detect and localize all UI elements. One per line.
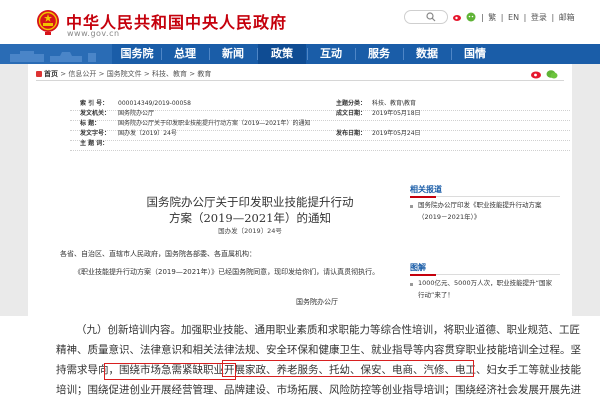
nav-item-data[interactable]: 数据 xyxy=(404,44,450,64)
traditional-chinese-link[interactable]: 繁 xyxy=(488,13,496,22)
wechat-icon[interactable] xyxy=(466,12,476,22)
lang-sep: | xyxy=(523,13,527,22)
document-title-line: 国务院办公厅关于印发职业技能提升行动 xyxy=(146,195,354,209)
nav-item-news[interactable]: 新闻 xyxy=(210,44,256,64)
breadcrumb-item[interactable]: 科技、教育 xyxy=(152,70,187,78)
breadcrumb-item[interactable]: 国务院文件 xyxy=(107,70,142,78)
home-icon xyxy=(36,71,42,77)
breadcrumb-home[interactable]: 首页 xyxy=(44,70,58,78)
document-title-line: 方案（2019—2021年）的通知 xyxy=(168,211,332,225)
related-news-underline xyxy=(410,196,560,198)
tiananmen-skyline-icon xyxy=(0,44,112,64)
signature: 国务院办公厅 xyxy=(296,298,338,306)
nav-item-national-conditions[interactable]: 国情 xyxy=(452,44,498,64)
site-header: 中华人民共和国中央人民政府 www.gov.cn | 繁 | EN | 登录 |… xyxy=(0,0,600,44)
breadcrumb-sep: > xyxy=(60,70,67,78)
search-icon[interactable] xyxy=(426,12,436,22)
nav-item-policy[interactable]: 政策 xyxy=(258,44,306,64)
related-news-link[interactable]: 国务院办公厅印发《职业技能提升行动方案（2019－2021年）》 xyxy=(418,199,558,223)
nav-item-state-council[interactable]: 国务院 xyxy=(114,44,160,64)
national-emblem-icon[interactable] xyxy=(36,9,60,35)
login-link[interactable]: 登录 xyxy=(531,13,547,22)
document-number: 国办发〔2019〕24号 xyxy=(218,227,282,235)
breadcrumb: 首页 > 信息公开 > 国务院文件 > 科技、教育 > 教育 xyxy=(36,69,211,79)
graphic-link[interactable]: 1000亿元、5000万人次，职业技能提升“国家行动”来了！ xyxy=(418,277,558,301)
site-url: www.gov.cn xyxy=(67,29,120,38)
excerpt-line: （九）创新培训内容。加强职业技能、通用职业素质和求职能力等综合性培训，将职业道德… xyxy=(76,324,580,336)
nav-item-interaction[interactable]: 互动 xyxy=(308,44,354,64)
excerpt-line: 培训；围绕促进创业开展经营管理、品牌建设、市场拓展、风险防控等创业指导培训；围绕… xyxy=(56,384,581,396)
meta-row: 主 题 词： xyxy=(70,137,570,151)
highlight-box-market-demand xyxy=(104,363,236,380)
breadcrumb-item[interactable]: 信息公开 xyxy=(68,70,96,78)
lang-sep: | xyxy=(551,13,555,22)
english-link[interactable]: EN xyxy=(508,13,519,22)
breadcrumb-divider xyxy=(36,80,564,81)
document-meta-table: 索 引 号： 000014349/2019-00058 主题分类： 科技、教育\… xyxy=(70,83,590,161)
share-wechat-icon[interactable] xyxy=(546,69,558,79)
lang-sep: | xyxy=(481,13,484,22)
excerpt-line: 精神、质量意识、法律意识和相关法律法规、安全环保和健康卫生、就业指导等内容贯穿职… xyxy=(56,344,581,356)
list-bullet xyxy=(410,283,413,286)
salutation: 各省、自治区、直辖市人民政府，国务院各部委、各直属机构： xyxy=(60,250,256,258)
mailbox-link[interactable]: 邮箱 xyxy=(559,13,575,22)
highlight-box-training-fields xyxy=(222,360,474,377)
breadcrumb-sep: > xyxy=(143,70,150,78)
graphic-heading: 图解 xyxy=(410,263,426,272)
breadcrumb-sep: > xyxy=(98,70,105,78)
related-news-heading: 相关报道 xyxy=(410,185,442,194)
meta-row-divider xyxy=(70,150,570,151)
heading-accent xyxy=(410,274,436,276)
list-bullet xyxy=(410,205,413,208)
lang-sep: | xyxy=(500,13,504,22)
meta-label: 主 题 词： xyxy=(80,140,109,147)
body-paragraph: 《职业技能提升行动方案（2019—2021年）》已经国务院同意，现印发给你们，请… xyxy=(74,268,380,276)
main-nav: 国务院 总理 新闻 政策 互动 服务 数据 国情 xyxy=(0,44,600,64)
heading-accent xyxy=(410,196,436,198)
breadcrumb-sep: > xyxy=(189,70,196,78)
document-title: 国务院办公厅关于印发职业技能提升行动 方案（2019—2021年）的通知 xyxy=(90,194,410,226)
language-links: | 繁 | EN | 登录 | 邮箱 xyxy=(480,12,576,23)
nav-item-services[interactable]: 服务 xyxy=(356,44,402,64)
weibo-icon[interactable] xyxy=(452,12,462,22)
zoomed-excerpt: （九）创新培训内容。加强职业技能、通用职业素质和求职能力等综合性培训，将职业道德… xyxy=(0,316,600,400)
breadcrumb-item[interactable]: 教育 xyxy=(197,70,211,78)
share-weibo-icon[interactable] xyxy=(530,69,542,79)
graphic-underline xyxy=(410,274,560,276)
nav-item-premier[interactable]: 总理 xyxy=(162,44,208,64)
